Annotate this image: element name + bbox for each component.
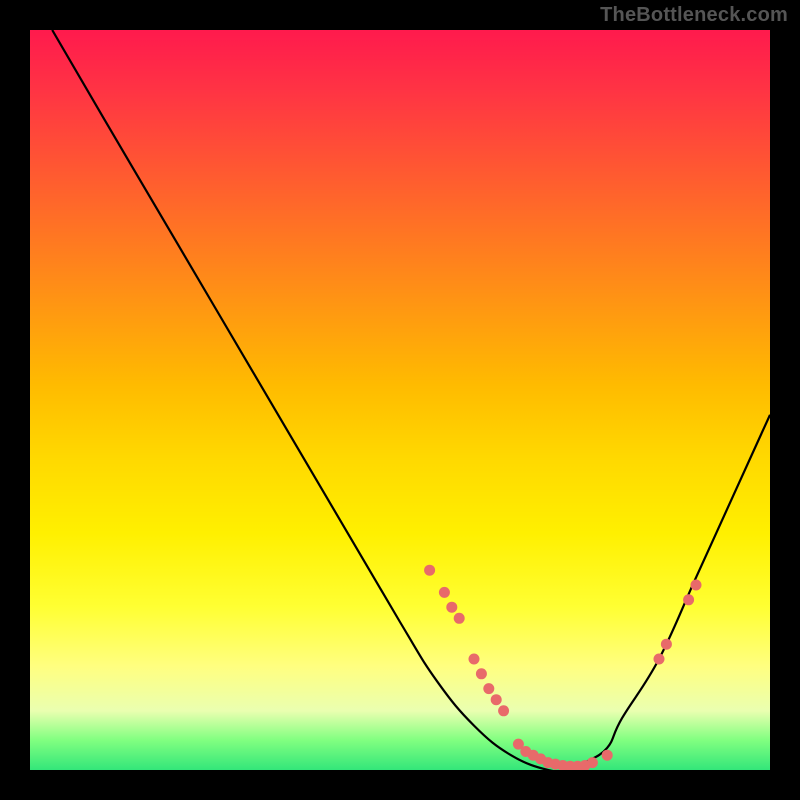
data-point-marker bbox=[654, 654, 665, 665]
data-point-marker bbox=[454, 613, 465, 624]
data-markers bbox=[424, 565, 701, 770]
data-point-marker bbox=[476, 668, 487, 679]
data-point-marker bbox=[439, 587, 450, 598]
data-point-marker bbox=[483, 683, 494, 694]
data-point-marker bbox=[691, 580, 702, 591]
chart-container: TheBottleneck.com bbox=[0, 0, 800, 800]
data-point-marker bbox=[424, 565, 435, 576]
data-point-marker bbox=[491, 694, 502, 705]
data-point-marker bbox=[587, 757, 598, 768]
data-point-marker bbox=[469, 654, 480, 665]
data-point-marker bbox=[498, 705, 509, 716]
plot-area bbox=[30, 30, 770, 770]
data-point-marker bbox=[683, 594, 694, 605]
data-point-marker bbox=[661, 639, 672, 650]
curve-svg bbox=[30, 30, 770, 770]
watermark-text: TheBottleneck.com bbox=[600, 4, 788, 27]
data-point-marker bbox=[446, 602, 457, 613]
data-point-marker bbox=[602, 750, 613, 761]
